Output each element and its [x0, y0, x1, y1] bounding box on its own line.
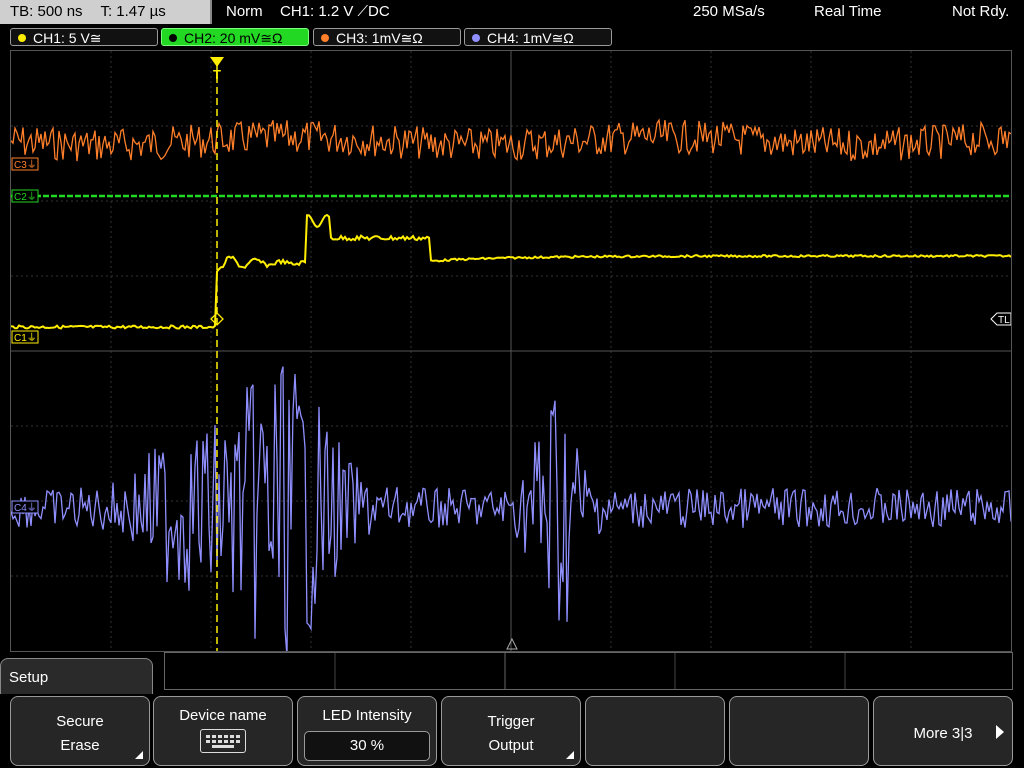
ch1-ground-marker[interactable]: C1⏚ — [11, 330, 39, 344]
tab-ch4[interactable]: CH4: 1mV≅Ω — [464, 28, 612, 46]
softkey-bar: Secure Erase Device name LED Intensity 3… — [0, 694, 1024, 768]
waveform-canvas: T C3⏚ C2⏚ C1⏚ C4⏚ TL — [11, 51, 1011, 651]
waveform-display[interactable]: T C3⏚ C2⏚ C1⏚ C4⏚ TL — [10, 50, 1012, 652]
secure-erase-line1: Secure — [56, 713, 104, 730]
acquisition-mode: Norm — [226, 3, 263, 20]
menu-title: Setup — [9, 669, 49, 686]
trigger-level-label: TL — [998, 315, 1010, 326]
ch1-ground-label: C1⏚ — [14, 332, 37, 344]
ch2-ground-marker[interactable]: C2⏚ — [11, 189, 39, 203]
tab-ch3-label: CH3: 1mV≅Ω — [336, 30, 423, 46]
trigger-level-marker[interactable]: TL — [990, 312, 1011, 326]
secure-erase-button[interactable]: Secure Erase — [10, 696, 150, 766]
center-marker-icon — [506, 637, 518, 650]
device-name-button[interactable]: Device name — [153, 696, 293, 766]
led-intensity-value: 30 % — [304, 731, 430, 761]
trigger-output-line2: Output — [488, 737, 534, 754]
led-intensity-label: LED Intensity — [322, 707, 412, 724]
tab-ch2[interactable]: CH2: 20 mV≅Ω — [161, 28, 309, 46]
tab-ch2-label: CH2: 20 mV≅Ω — [184, 30, 283, 46]
tab-ch1[interactable]: CH1: 5 V≅ — [10, 28, 158, 46]
more-button[interactable]: More 3|3 — [873, 696, 1013, 766]
zoom-strip — [164, 652, 1013, 690]
submenu-corner-icon — [135, 751, 143, 759]
secure-erase-line2: Erase — [60, 737, 100, 754]
more-label: More 3|3 — [913, 725, 973, 742]
ch3-ground-label: C3⏚ — [14, 159, 37, 171]
empty-softkey-5[interactable] — [585, 696, 725, 766]
timebase-value: TB: 500 ns — [10, 3, 83, 20]
sample-rate: 250 MSa/s — [693, 3, 765, 20]
timebase-box[interactable]: TB: 500 ns T: 1.47 µs — [0, 0, 212, 24]
tab-ch1-label: CH1: 5 V≅ — [33, 30, 102, 46]
tab-ch3[interactable]: CH3: 1mV≅Ω — [313, 28, 461, 46]
ch2-ground-label: C2⏚ — [14, 191, 37, 203]
ch4-ground-label: C4⏚ — [14, 502, 37, 514]
next-arrow-icon — [996, 725, 1004, 739]
ch4-ground-marker[interactable]: C4⏚ — [11, 500, 39, 514]
acquisition-type: Real Time — [814, 3, 882, 20]
trigger-info: CH1: 1.2 V ⟋DC — [280, 3, 390, 20]
trigger-time-value: T: 1.47 µs — [100, 3, 166, 20]
ch2-dot-icon — [169, 34, 177, 42]
ch3-ground-marker[interactable]: C3⏚ — [11, 157, 39, 171]
empty-softkey-6[interactable] — [729, 696, 869, 766]
status-bar: TB: 500 ns T: 1.47 µs Norm CH1: 1.2 V ⟋D… — [0, 0, 1024, 26]
trigger-output-button[interactable]: Trigger Output — [441, 696, 581, 766]
ch1-dot-icon — [18, 34, 26, 42]
submenu-corner-icon — [566, 751, 574, 759]
strip-grid — [334, 653, 846, 689]
device-name-label: Device name — [179, 707, 267, 724]
trigger-position-marker[interactable]: T — [210, 57, 224, 82]
menu-title-tab: Setup — [0, 658, 153, 698]
ch4-dot-icon — [472, 34, 480, 42]
ch3-dot-icon — [321, 34, 329, 42]
tab-ch4-label: CH4: 1mV≅Ω — [487, 30, 574, 46]
led-intensity-button[interactable]: LED Intensity 30 % — [297, 696, 437, 766]
trigger-position-label: T — [213, 67, 221, 82]
keyboard-icon — [200, 729, 246, 753]
trigger-status: Not Rdy. — [952, 3, 1010, 20]
trigger-output-line1: Trigger — [487, 713, 535, 730]
